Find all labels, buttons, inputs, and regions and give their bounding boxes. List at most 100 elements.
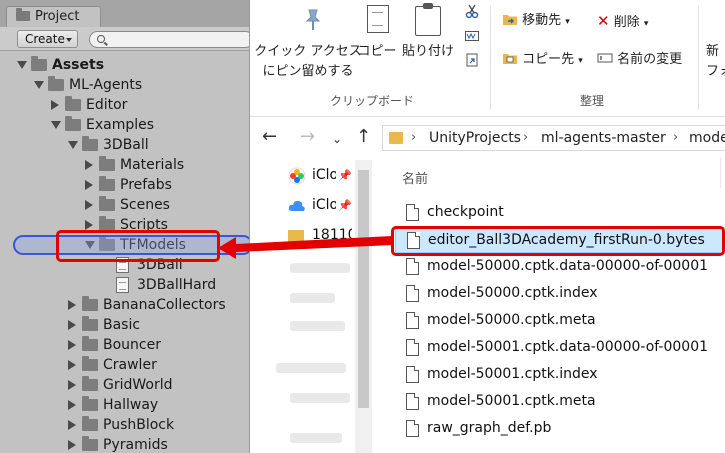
file-icon: [406, 204, 419, 221]
expand-right-icon[interactable]: [68, 440, 76, 450]
expand-right-icon[interactable]: [68, 300, 76, 310]
pin-quick-access-button[interactable]: クイック アクセス にピン留めする: [253, 0, 363, 88]
copy-button[interactable]: コピー: [357, 0, 397, 88]
file-icon: [406, 420, 419, 437]
tree-item-ml-agents[interactable]: ML-Agents: [0, 75, 249, 95]
expand-right-icon[interactable]: [85, 160, 93, 170]
address-path-box[interactable]: › UnityProjects › ml-agents-master › mod…: [382, 125, 725, 151]
tree-item-scenes[interactable]: Scenes: [0, 195, 249, 215]
expand-down-icon[interactable]: [51, 121, 61, 129]
new-label-line2: フォ: [706, 64, 725, 79]
expand-right-icon[interactable]: [68, 380, 76, 390]
rename-button[interactable]: 名前の変更: [597, 51, 682, 69]
folder-icon: [82, 356, 98, 371]
expand-down-icon[interactable]: [68, 141, 78, 149]
create-label: Create: [25, 32, 65, 46]
column-divider: [720, 158, 721, 188]
expand-right-icon[interactable]: [68, 320, 76, 330]
expand-right-icon[interactable]: [68, 400, 76, 410]
folder-icon: [82, 316, 98, 331]
tree-item-bananacollectors[interactable]: BananaCollectors: [0, 295, 249, 315]
cut-icon[interactable]: [465, 4, 479, 18]
tree-item-examples[interactable]: Examples: [0, 115, 249, 135]
delete-button[interactable]: ✕ 削除 ▾: [597, 12, 648, 33]
folder-icon: [288, 230, 304, 242]
tree-item-label: Prefabs: [120, 177, 172, 193]
crumb-unityprojects[interactable]: UnityProjects: [429, 130, 521, 146]
blurred-nav-item: [290, 433, 342, 443]
forward-arrow-icon[interactable]: →: [300, 128, 315, 146]
copy-path-icon[interactable]: [465, 29, 479, 43]
folder-icon: [65, 116, 81, 131]
tree-item-materials[interactable]: Materials: [0, 155, 249, 175]
rename-label: 名前の変更: [617, 52, 683, 67]
annotation-box-bytes-file: [391, 226, 725, 256]
tree-item-prefabs[interactable]: Prefabs: [0, 175, 249, 195]
folder-icon: [48, 76, 64, 91]
back-arrow-icon[interactable]: ←: [262, 128, 277, 146]
blurred-nav-item: [290, 263, 350, 273]
expand-right-icon[interactable]: [85, 180, 93, 190]
tree-item-basic[interactable]: Basic: [0, 315, 249, 335]
file-row[interactable]: checkpoint: [395, 200, 725, 226]
tree-item-assets[interactable]: Assets: [0, 55, 249, 75]
tree-item-editor[interactable]: Editor: [0, 95, 249, 115]
tree-item-bouncer[interactable]: Bouncer: [0, 335, 249, 355]
paste-shortcut-icon[interactable]: [465, 53, 479, 67]
tree-item-crawler[interactable]: Crawler: [0, 355, 249, 375]
file-row[interactable]: model-50001.cptk.meta: [395, 389, 725, 415]
column-header-name[interactable]: 名前: [402, 168, 428, 187]
file-row[interactable]: model-50000.cptk.data-00000-of-00001: [395, 254, 725, 280]
tree-item-gridworld[interactable]: GridWorld: [0, 375, 249, 395]
scrollbar-thumb[interactable]: [358, 170, 369, 408]
crumb-models[interactable]: mode: [689, 130, 725, 146]
move-to-button[interactable]: 移動先 ▾: [502, 12, 570, 31]
nav-item-icloud-photos[interactable]: iClo: [312, 167, 336, 183]
expand-right-icon[interactable]: [51, 100, 59, 110]
navigation-scrollbar[interactable]: [355, 160, 372, 453]
tree-item-pyramids[interactable]: Pyramids: [0, 435, 249, 453]
project-tab[interactable]: Project: [6, 6, 101, 28]
expand-right-icon[interactable]: [85, 200, 93, 210]
crumb-separator-icon: ›: [523, 130, 529, 145]
project-search-input[interactable]: [89, 31, 249, 48]
expand-right-icon[interactable]: [68, 360, 76, 370]
copy-label: コピー: [357, 44, 397, 59]
clipboard-group-label: クリップボード: [330, 94, 415, 108]
expand-right-icon[interactable]: [85, 220, 93, 230]
crumb-ml-agents-master[interactable]: ml-agents-master: [541, 130, 666, 146]
recent-chevron-icon[interactable]: ⌄: [332, 130, 342, 148]
tree-item-3dballhard[interactable]: 3DBallHard: [0, 275, 249, 295]
tree-item-label: Materials: [120, 157, 185, 173]
up-arrow-icon[interactable]: ↑: [356, 128, 371, 146]
new-folder-button[interactable]: 新 フォ: [704, 0, 725, 88]
icloud-photos-icon: [288, 167, 306, 185]
folder-icon: [65, 96, 81, 111]
rename-icon: [597, 53, 613, 63]
delete-label: 削除: [613, 15, 640, 30]
folder-icon: [31, 56, 47, 71]
expand-right-icon[interactable]: [68, 420, 76, 430]
file-row[interactable]: model-50001.cptk.index: [395, 362, 725, 388]
copy-to-button[interactable]: コピー先 ▾: [502, 51, 583, 70]
create-dropdown[interactable]: Create: [17, 30, 78, 48]
file-row[interactable]: model-50001.cptk.data-00000-of-00001: [395, 335, 725, 361]
tree-item-3dball[interactable]: 3DBall: [0, 135, 249, 155]
tree-item-label: Basic: [103, 317, 141, 333]
tree-item-label: Assets: [52, 57, 105, 73]
file-icon: [406, 366, 419, 383]
nav-item-folder[interactable]: 18110: [312, 227, 352, 243]
file-row[interactable]: raw_graph_def.pb: [395, 416, 725, 442]
file-row[interactable]: model-50000.cptk.meta: [395, 308, 725, 334]
file-row[interactable]: model-50000.cptk.index: [395, 281, 725, 307]
folder-icon: [389, 132, 403, 144]
expand-right-icon[interactable]: [68, 340, 76, 350]
expand-down-icon[interactable]: [34, 81, 44, 89]
tree-item-hallway[interactable]: Hallway: [0, 395, 249, 415]
tree-item-pushblock[interactable]: PushBlock: [0, 415, 249, 435]
paste-button[interactable]: 貼り付け: [400, 0, 456, 88]
nav-item-icloud-drive[interactable]: iClo: [312, 197, 336, 213]
expand-down-icon[interactable]: [17, 61, 27, 69]
copy-icon: [367, 5, 389, 33]
paste-label: 貼り付け: [401, 44, 454, 59]
